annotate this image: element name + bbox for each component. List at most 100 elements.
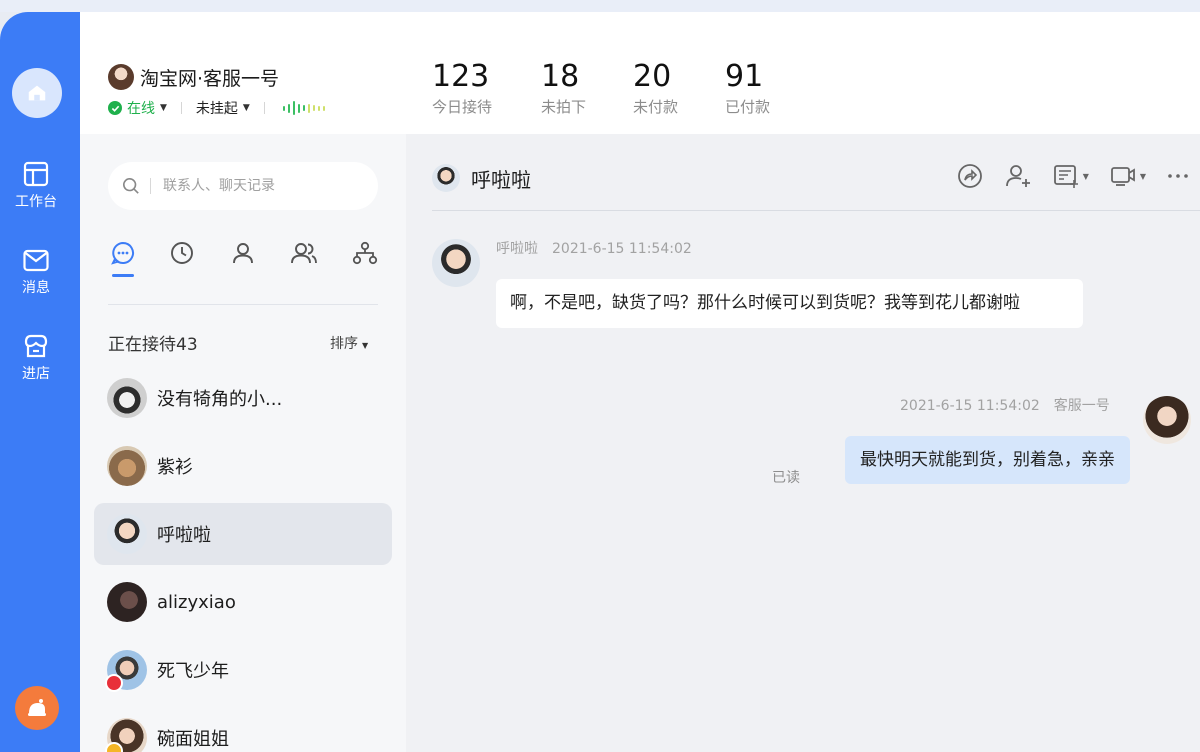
- stat-paid[interactable]: 91 已付款: [725, 60, 770, 117]
- video-icon: [1110, 167, 1135, 186]
- caret-down-icon[interactable]: ▼: [243, 103, 250, 113]
- home-button[interactable]: [12, 68, 62, 118]
- clock-icon: [171, 242, 193, 264]
- nav-item-label: 消息: [22, 280, 50, 296]
- sort-dropdown[interactable]: 排序 ▼: [330, 333, 368, 353]
- avatar: [105, 718, 147, 752]
- avatar: [107, 446, 147, 486]
- hang-status-dropdown[interactable]: 未挂起: [196, 98, 238, 118]
- stat-value: 91: [725, 59, 764, 94]
- vip-badge-icon: [105, 674, 123, 692]
- workbench-icon: [23, 161, 49, 187]
- contact-name: 紫衫: [157, 457, 193, 478]
- chat-toolbar: ▼ ▼: [936, 162, 1190, 190]
- tab-contacts[interactable]: [228, 238, 258, 268]
- nav-item-workbench[interactable]: 工作台: [0, 160, 72, 211]
- assistant-icon: [28, 699, 46, 716]
- stat-label: 未拍下: [541, 98, 587, 116]
- contact-item-active[interactable]: 呼啦啦: [94, 503, 392, 565]
- divider: [150, 178, 151, 194]
- chat-bubble-icon: [111, 241, 134, 265]
- voice-level-indicator: [282, 101, 325, 115]
- check-circle-icon: [108, 101, 122, 115]
- note-icon: [1053, 165, 1078, 188]
- add-person-icon: [1005, 165, 1030, 187]
- contact-item[interactable]: 紫衫: [94, 435, 392, 497]
- stat-label: 未付款: [633, 98, 679, 116]
- contact-tabs: [108, 238, 378, 278]
- app-window: 工作台 消息 进店 淘宝网·客服一号 在线 ▼ 未挂起 ▼ 123 今日接待 1…: [0, 12, 1200, 752]
- stat-today-received[interactable]: 123 今日接待: [432, 60, 492, 117]
- account-name: 淘宝网·客服一号: [140, 68, 280, 90]
- contact-item[interactable]: 没有犄角的小...: [94, 367, 392, 429]
- sender-avatar[interactable]: [432, 239, 480, 287]
- caret-down-icon[interactable]: ▼: [160, 103, 167, 113]
- org-chart-icon: [352, 241, 378, 265]
- more-button[interactable]: [1166, 162, 1190, 190]
- stat-not-ordered[interactable]: 18 未拍下: [541, 60, 586, 117]
- nav-item-label: 进店: [22, 366, 50, 382]
- incoming-message-bubble: 啊，不是吧，缺货了吗？那什么时候可以到货呢？我等到花儿都谢啦: [496, 279, 1083, 328]
- message-sender: 客服一号: [1053, 398, 1110, 414]
- account-avatar[interactable]: [108, 64, 134, 90]
- divider: [432, 210, 1200, 211]
- active-tab-indicator: [112, 274, 134, 277]
- window-top-strip: [0, 0, 1200, 12]
- tab-organization[interactable]: [350, 238, 380, 268]
- tab-chats[interactable]: [108, 238, 138, 268]
- top-header: 淘宝网·客服一号 在线 ▼ 未挂起 ▼ 123 今日接待 18 未拍下 20 未…: [80, 12, 1200, 134]
- contact-item[interactable]: 碗面姐姐: [94, 707, 392, 752]
- tab-groups[interactable]: [289, 238, 319, 268]
- contact-name: 死飞少年: [157, 661, 229, 682]
- group-icon: [291, 243, 317, 264]
- stat-label: 已付款: [725, 98, 771, 116]
- chat-panel: 呼啦啦 ▼ ▼ 呼啦啦 2021-6-15 11:54:02 啊，不是吧，缺货了…: [406, 134, 1200, 752]
- share-button[interactable]: [956, 162, 984, 190]
- divider: [263, 102, 265, 114]
- left-nav-rail: 工作台 消息 进店: [0, 12, 80, 752]
- message-meta: 呼啦啦 2021-6-15 11:54:02: [496, 238, 706, 258]
- avatar: [107, 582, 147, 622]
- online-status-dropdown[interactable]: 在线: [127, 98, 155, 118]
- assistant-button[interactable]: [15, 686, 59, 730]
- stat-value: 20: [633, 59, 672, 94]
- store-icon: [24, 334, 48, 358]
- chat-contact-avatar[interactable]: [432, 164, 460, 192]
- nav-item-messages[interactable]: 消息: [0, 248, 72, 297]
- stat-unpaid[interactable]: 20 未付款: [633, 60, 678, 117]
- search-icon: [122, 177, 139, 194]
- add-contact-button[interactable]: [1004, 162, 1032, 190]
- share-icon: [957, 164, 982, 188]
- account-status-row: 在线 ▼ 未挂起 ▼: [108, 98, 325, 118]
- avatar: [107, 378, 147, 418]
- contact-item[interactable]: 死飞少年: [94, 639, 392, 701]
- divider: [108, 304, 378, 305]
- caret-down-icon: ▼: [362, 341, 369, 350]
- tab-recent[interactable]: [167, 238, 197, 268]
- caret-down-icon: ▼: [1139, 171, 1146, 181]
- chat-title: 呼啦啦: [471, 168, 531, 192]
- read-receipt: 已读: [772, 470, 800, 486]
- search-input[interactable]: [163, 178, 343, 194]
- outgoing-message-bubble: 最快明天就能到货，别着急，亲亲: [845, 436, 1130, 484]
- stat-label: 今日接待: [432, 98, 493, 116]
- sort-label: 排序: [330, 336, 358, 352]
- divider: [180, 102, 182, 114]
- video-call-button[interactable]: ▼: [1109, 162, 1146, 190]
- more-dots-icon: [1168, 174, 1188, 178]
- contact-name: 呼啦啦: [157, 525, 211, 546]
- message-meta: 2021-6-15 11:54:02 客服一号: [900, 395, 1110, 415]
- search-box[interactable]: [108, 162, 378, 210]
- quick-reply-button[interactable]: ▼: [1052, 162, 1089, 190]
- message-sender: 呼啦啦: [496, 241, 538, 257]
- contacts-panel: 正在接待43 排序 ▼ 没有犄角的小... 紫衫 呼啦啦 alizyxiao 死飞…: [80, 134, 406, 752]
- nav-item-store[interactable]: 进店: [0, 332, 72, 383]
- home-icon: [28, 85, 46, 101]
- contact-item[interactable]: alizyxiao: [94, 571, 392, 633]
- crown-badge-icon: [105, 742, 123, 752]
- nav-item-label: 工作台: [15, 194, 57, 210]
- message-icon: [23, 249, 49, 272]
- agent-avatar[interactable]: [1143, 396, 1191, 444]
- person-icon: [233, 243, 253, 264]
- message-time: 2021-6-15 11:54:02: [552, 241, 692, 257]
